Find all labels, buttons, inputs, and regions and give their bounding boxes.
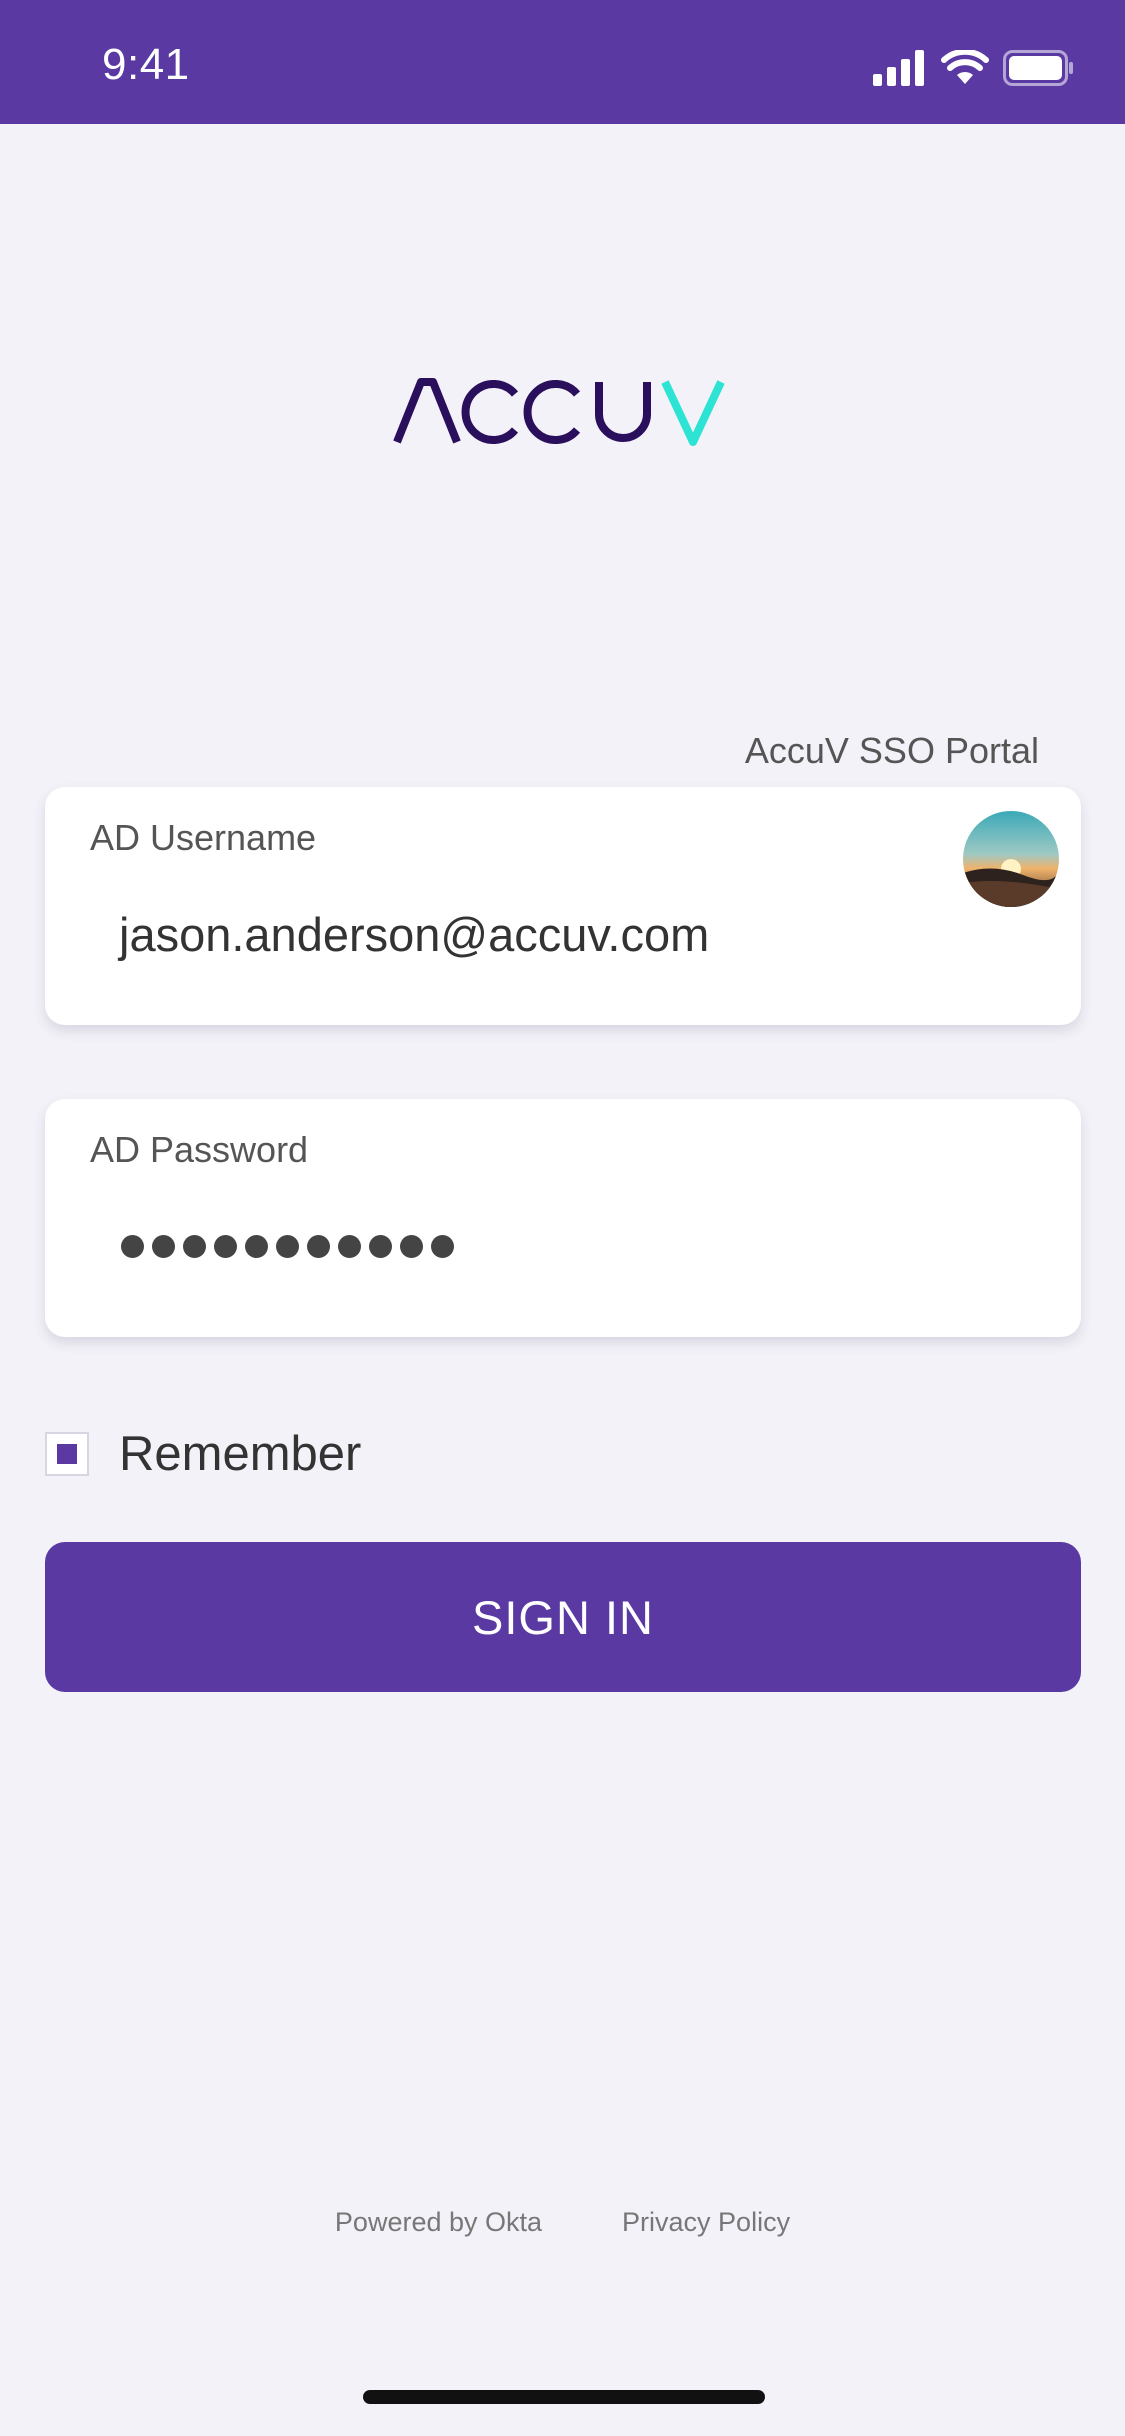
status-bar: 9:41 — [0, 0, 1125, 124]
password-dot — [369, 1235, 392, 1258]
avatar-image — [963, 811, 1059, 907]
password-dot — [152, 1235, 175, 1258]
signal-icon — [873, 50, 924, 86]
username-value[interactable]: jason.anderson@accuv.com — [119, 907, 709, 962]
battery-icon — [1003, 50, 1073, 86]
powered-by-okta: Powered by Okta — [334, 2207, 543, 2237]
accuv-logo — [0, 372, 1125, 482]
password-label: AD Password — [90, 1129, 309, 1170]
remember-checkbox[interactable] — [45, 1432, 89, 1476]
status-time: 9:41 — [102, 40, 190, 89]
remember-row[interactable]: Remember — [45, 1426, 361, 1482]
wifi-icon — [941, 50, 989, 84]
status-icons — [873, 48, 1075, 88]
password-dot — [338, 1235, 361, 1258]
password-dot — [431, 1235, 454, 1258]
password-dot — [183, 1235, 206, 1258]
password-dot — [121, 1235, 144, 1258]
password-dot — [307, 1235, 330, 1258]
username-field[interactable]: AD Username jason.anderson@accuv.com — [45, 787, 1081, 1025]
password-dot — [245, 1235, 268, 1258]
home-indicator[interactable] — [363, 2390, 765, 2404]
privacy-policy-link[interactable]: Privacy Policy — [622, 2207, 790, 2238]
password-dot — [276, 1235, 299, 1258]
footer-links: Powered by Okta Privacy Policy — [0, 2207, 1125, 2238]
portal-label: AccuV SSO Portal — [744, 730, 1039, 771]
username-label: AD Username — [90, 817, 317, 858]
password-dot — [214, 1235, 237, 1258]
password-dot — [400, 1235, 423, 1258]
password-field[interactable]: AD Password — [45, 1099, 1081, 1337]
checkbox-check-icon — [57, 1444, 77, 1464]
password-value[interactable] — [121, 1235, 454, 1258]
sign-in-button[interactable]: SIGN IN — [45, 1542, 1081, 1692]
accuv-logo-mark — [392, 378, 725, 446]
avatar[interactable] — [963, 811, 1059, 907]
remember-label[interactable]: Remember — [119, 1426, 361, 1482]
